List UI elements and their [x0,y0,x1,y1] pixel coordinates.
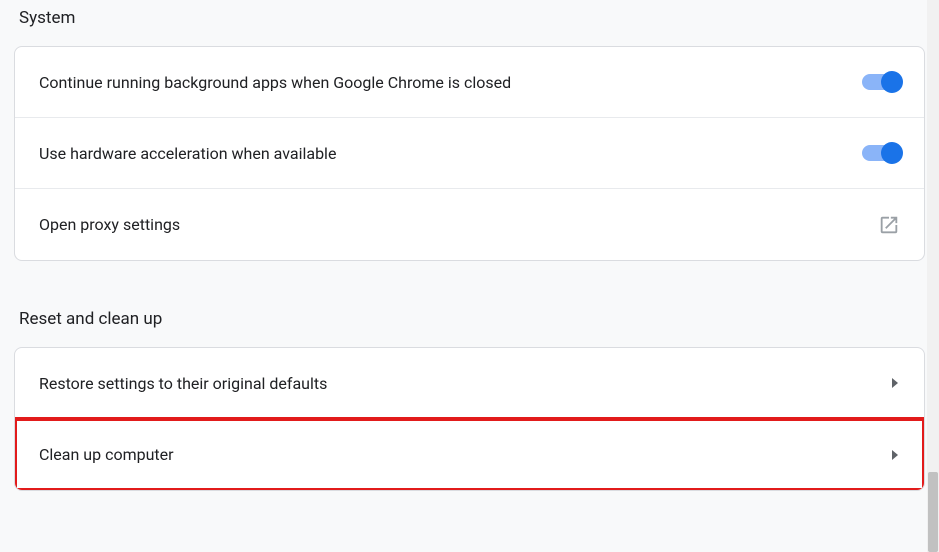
external-link-icon [878,214,900,236]
toggle-hardware-acceleration[interactable] [862,145,900,161]
row-proxy-settings[interactable]: Open proxy settings [15,189,924,260]
section-title-reset: Reset and clean up [14,301,925,347]
reset-card: Restore settings to their original defau… [14,347,925,491]
row-label: Use hardware acceleration when available [39,144,336,163]
row-label: Clean up computer [39,445,174,464]
system-card: Continue running background apps when Go… [14,46,925,261]
row-label: Open proxy settings [39,215,180,234]
scrollbar-track[interactable] [927,0,939,552]
chevron-right-icon [890,450,900,460]
row-background-apps[interactable]: Continue running background apps when Go… [15,47,924,118]
scrollbar-thumb[interactable] [928,472,938,552]
section-title-system: System [14,0,925,46]
toggle-background-apps[interactable] [862,74,900,90]
row-clean-up-computer[interactable]: Clean up computer [15,419,924,490]
row-label: Continue running background apps when Go… [39,73,511,92]
row-label: Restore settings to their original defau… [39,374,327,393]
row-restore-defaults[interactable]: Restore settings to their original defau… [15,348,924,419]
chevron-right-icon [890,378,900,388]
row-hardware-acceleration[interactable]: Use hardware acceleration when available [15,118,924,189]
